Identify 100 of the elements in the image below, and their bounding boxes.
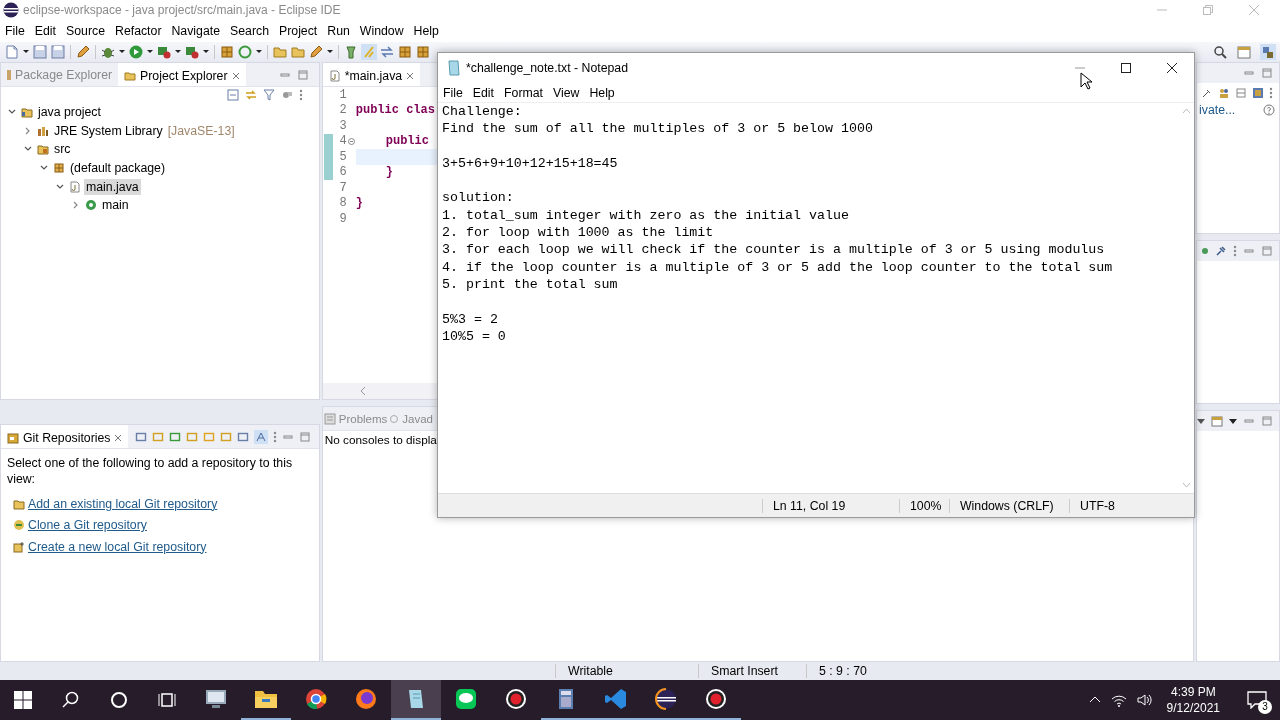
flashlight-icon[interactable] xyxy=(343,44,359,60)
status-text: Ln 11, Col 19 xyxy=(762,498,899,513)
menu-item[interactable]: View xyxy=(548,85,585,100)
tree-item[interactable]: JRE System Library xyxy=(52,122,165,139)
project-icon xyxy=(21,106,33,119)
status-text: UTF-8 xyxy=(1069,498,1179,513)
status-text: 5 : 9 : 70 xyxy=(806,664,926,678)
menu-item[interactable]: Edit xyxy=(29,24,62,38)
search-icon[interactable] xyxy=(1212,44,1228,60)
fox-browser-icon xyxy=(354,687,378,711)
folder-icon[interactable] xyxy=(272,44,288,60)
code-editor-icon xyxy=(604,687,628,711)
notepad-icon xyxy=(446,60,462,76)
editor-tab[interactable]: *main.java xyxy=(322,63,421,86)
library-icon xyxy=(37,124,49,137)
repository-link[interactable]: Create a new local Git repository xyxy=(28,539,207,554)
folder-icon[interactable] xyxy=(290,44,306,60)
notification-badge: 3 xyxy=(1258,700,1272,714)
pencil-icon[interactable] xyxy=(75,44,91,60)
package-icon[interactable] xyxy=(397,44,413,60)
tree-item[interactable]: src xyxy=(52,141,73,158)
folder-icon xyxy=(13,497,25,510)
help-icon[interactable] xyxy=(1263,104,1275,116)
tree-item[interactable]: main.java xyxy=(84,178,141,195)
menu-item[interactable]: Edit xyxy=(467,85,500,100)
java-file-icon xyxy=(328,69,341,82)
save-icon[interactable] xyxy=(50,44,66,60)
more-icon[interactable] xyxy=(272,430,277,443)
menu-item[interactable]: Source xyxy=(61,24,110,38)
menu-item[interactable]: File xyxy=(438,85,468,100)
close-icon[interactable] xyxy=(1166,62,1178,74)
menu-item[interactable]: Run xyxy=(322,24,355,38)
window-icon[interactable] xyxy=(1236,44,1252,60)
tree-item[interactable]: java project xyxy=(36,104,103,121)
wifi-icon[interactable] xyxy=(1110,693,1127,707)
line-number: 7 xyxy=(338,180,347,195)
caret-icon[interactable] xyxy=(1197,417,1205,425)
scroll-left-icon[interactable] xyxy=(358,386,367,396)
pin-icon[interactable] xyxy=(1215,245,1227,257)
code-line: } xyxy=(385,165,393,180)
activate-link[interactable]: ivate... xyxy=(1199,103,1236,117)
repository-icon xyxy=(7,431,19,444)
menu-item[interactable]: File xyxy=(0,24,30,38)
people-icon[interactable] xyxy=(1218,87,1230,99)
highlight-icon[interactable] xyxy=(253,429,268,444)
line-number: 5 xyxy=(338,149,347,164)
status-text: Windows (CRLF) xyxy=(949,498,1069,513)
menu-item[interactable]: Window xyxy=(354,24,409,38)
tree-item[interactable]: main xyxy=(100,197,131,214)
task-icon[interactable] xyxy=(1252,87,1264,99)
browser-icon xyxy=(304,687,328,711)
menu-item[interactable]: Format xyxy=(499,85,548,100)
repository-link[interactable]: Clone a Git repository xyxy=(28,518,147,533)
text-line: solution: xyxy=(442,189,515,207)
change-marker xyxy=(323,133,333,180)
fold-icon[interactable] xyxy=(347,137,355,145)
eclipse-icon xyxy=(654,687,678,711)
menu-item[interactable]: Refactor xyxy=(110,24,167,38)
code-line: } xyxy=(355,196,363,211)
window-icon[interactable] xyxy=(1211,415,1223,427)
text-line: 1. total_sum integer with zero as the initial value xyxy=(442,206,850,225)
speaker-icon[interactable] xyxy=(1136,693,1153,707)
folder-icon xyxy=(124,69,137,82)
view-tab[interactable]: Git Repositories xyxy=(1,425,129,448)
mouse-pointer-icon xyxy=(1080,72,1092,90)
tree-item[interactable]: (default package) xyxy=(68,160,168,177)
search-icon[interactable] xyxy=(62,691,80,709)
filter-icon[interactable] xyxy=(262,89,275,101)
text-line: 10%5 = 0 xyxy=(442,327,507,346)
repository-link[interactable]: Add an existing local Git repository xyxy=(28,496,218,511)
window-title: eclipse-workspace - java project/src/main.java - Eclipse IDE xyxy=(23,3,341,17)
view-tab[interactable]: Project Explorer xyxy=(118,63,246,86)
line-number: 4 xyxy=(338,134,347,149)
run-icon[interactable] xyxy=(128,44,144,60)
menu-item[interactable]: Help xyxy=(584,85,620,100)
pencil-icon[interactable] xyxy=(308,44,324,60)
run-tool-icon[interactable] xyxy=(184,44,200,60)
code-line: public xyxy=(385,134,429,149)
line-number: 2 xyxy=(338,103,347,118)
more-icon[interactable] xyxy=(1269,87,1273,99)
taskbar-app[interactable] xyxy=(391,680,441,720)
line-number: 1 xyxy=(338,87,347,102)
circle-icon[interactable] xyxy=(110,691,128,709)
menu-item[interactable]: Project xyxy=(274,24,323,38)
task-view-icon[interactable] xyxy=(158,691,176,709)
more-icon[interactable] xyxy=(1233,245,1237,257)
menu-item[interactable]: Navigate xyxy=(166,24,226,38)
windows-start-icon[interactable] xyxy=(14,691,32,709)
more-icon[interactable] xyxy=(298,89,303,101)
package-icon[interactable] xyxy=(219,44,235,60)
maximize-icon[interactable] xyxy=(1120,62,1132,74)
line-number: 8 xyxy=(338,196,347,211)
caret-icon[interactable] xyxy=(1229,417,1237,425)
package-icon[interactable] xyxy=(415,44,431,60)
run-tool-icon[interactable] xyxy=(156,44,172,60)
clock[interactable]: 4:39 PM 9/12/2021 xyxy=(1162,684,1224,716)
notification-icon[interactable] xyxy=(1247,691,1267,709)
menu-item[interactable]: Help xyxy=(408,24,444,38)
perspective-icon[interactable] xyxy=(1260,44,1276,60)
menu-item[interactable]: Search xyxy=(225,24,274,38)
